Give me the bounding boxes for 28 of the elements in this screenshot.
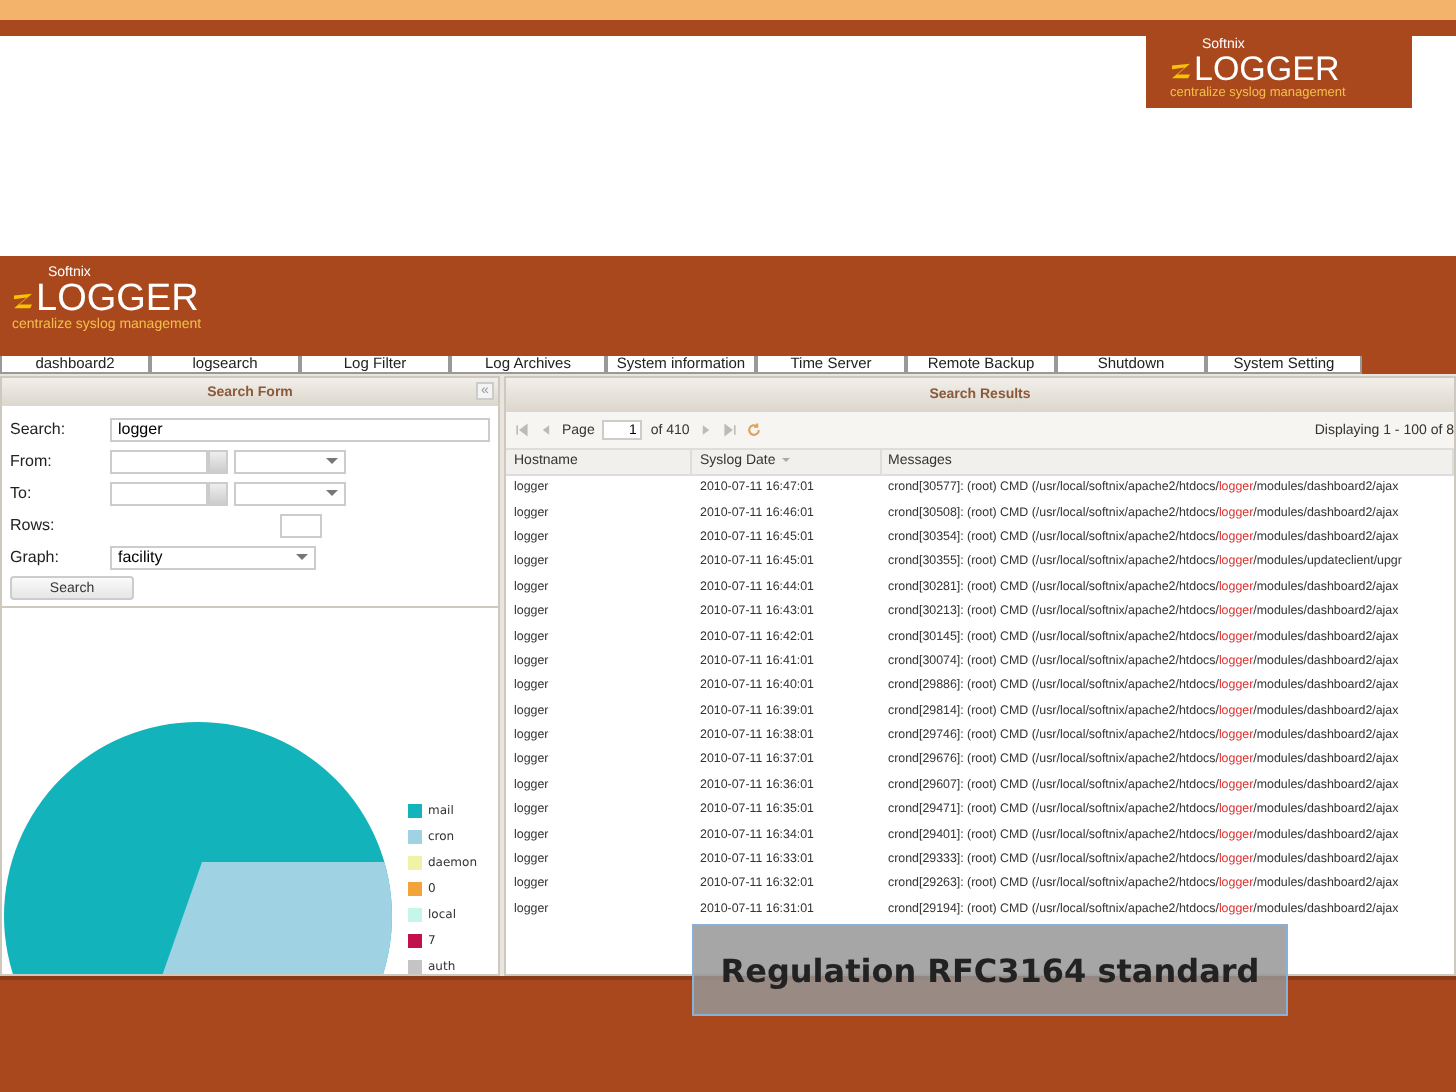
time-dropdown[interactable] [234,449,346,473]
caret-icon [326,489,338,501]
refresh-icon[interactable] [745,422,762,438]
rows-field[interactable] [280,513,322,537]
caret-icon [326,457,338,469]
graph-dropdown[interactable]: facility [110,545,316,569]
logo-icon [12,291,34,309]
caption: Regulation RFC3164 standard [692,924,1288,1016]
field-label: To: [10,484,34,502]
previous-page-icon[interactable] [538,422,554,438]
calendar-icon[interactable] [208,481,228,505]
field-label: Graph: [10,548,61,566]
search-field[interactable]: logger [110,417,490,441]
next-page-icon[interactable] [697,422,714,438]
calendar-icon[interactable] [208,449,228,473]
sort-caret-icon [781,458,790,466]
field-label: Rows: [10,516,57,534]
last-page-icon[interactable] [721,422,738,438]
field-label: Search: [10,420,68,438]
logo-name: LOGGER [36,282,199,318]
date-field[interactable] [110,449,208,473]
first-page-icon[interactable] [514,422,530,438]
logo-name: LOGGER [1194,54,1340,86]
time-dropdown[interactable] [234,481,346,505]
caret-icon [296,553,308,565]
field-label: From: [10,452,54,470]
date-field[interactable] [110,481,208,505]
logo-icon [1170,61,1192,79]
